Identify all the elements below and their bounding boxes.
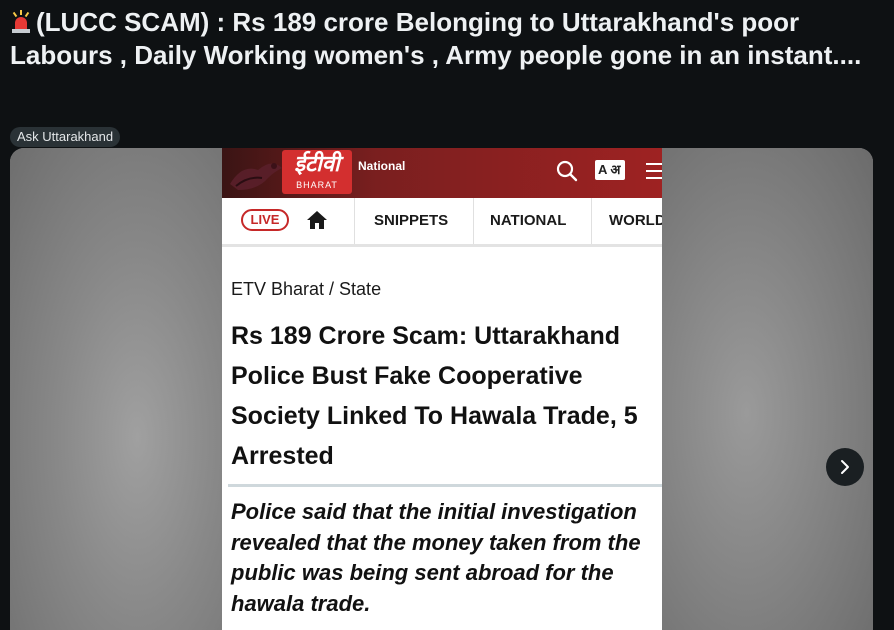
- article-headline: Rs 189 Crore Scam: Uttarakhand Police Bu…: [231, 322, 638, 470]
- blurred-backdrop-right: [662, 148, 873, 630]
- home-icon[interactable]: [306, 210, 328, 230]
- post-title-text: (LUCC SCAM) : Rs 189 crore Belonging to …: [10, 7, 862, 70]
- police-siren-icon: [10, 10, 32, 34]
- section-label: National: [358, 159, 406, 173]
- article-summary: Police said that the initial investigati…: [231, 499, 641, 616]
- post-flair[interactable]: Ask Uttarakhand: [10, 127, 121, 147]
- content-divider: [228, 484, 662, 487]
- post-title[interactable]: (LUCC SCAM) : Rs 189 crore Belonging to …: [10, 6, 880, 72]
- nav-divider: [591, 198, 592, 244]
- nav-item-snippets[interactable]: SNIPPETS: [374, 212, 448, 229]
- etv-logo-mark: ईटीवी: [294, 151, 340, 177]
- gallery-next-button[interactable]: [826, 448, 864, 486]
- peacock-emblem-icon: [230, 163, 282, 190]
- category-nav: LIVE SNIPPETS NATIONAL WORLD: [222, 198, 662, 247]
- nav-item-world[interactable]: WORLD: [609, 212, 662, 229]
- news-article-screenshot: ईटीवी BHARAT National A अ LIVE SNIPPETS …: [222, 148, 662, 630]
- nav-divider: [473, 198, 474, 244]
- etv-logo-subtitle: BHARAT: [296, 180, 338, 190]
- language-toggle-button[interactable]: A अ: [595, 160, 625, 180]
- search-icon[interactable]: [556, 160, 578, 182]
- blurred-backdrop-left: [10, 148, 222, 630]
- etv-bharat-logo[interactable]: ईटीवी BHARAT: [282, 150, 352, 194]
- hamburger-menu-icon[interactable]: [646, 163, 662, 179]
- post-image-gallery[interactable]: ईटीवी BHARAT National A अ LIVE SNIPPETS …: [10, 148, 873, 630]
- chevron-right-icon: [841, 460, 849, 474]
- nav-item-national[interactable]: NATIONAL: [490, 212, 566, 229]
- etv-site-header: ईटीवी BHARAT National A अ: [222, 148, 662, 198]
- nav-divider: [354, 198, 355, 244]
- live-button[interactable]: LIVE: [241, 209, 289, 231]
- breadcrumb: ETV Bharat / State: [231, 279, 382, 299]
